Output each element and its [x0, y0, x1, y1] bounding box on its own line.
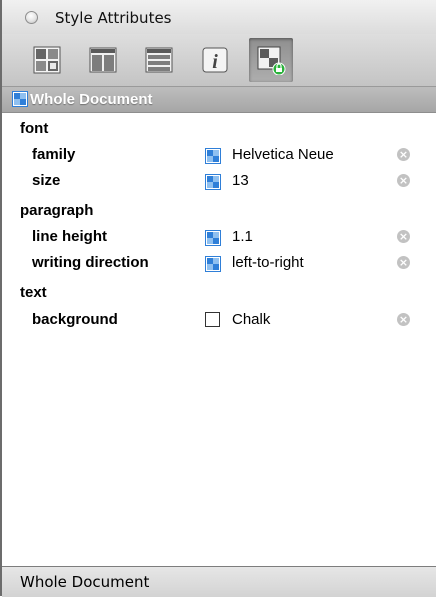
- style-swatch-icon: [205, 230, 221, 246]
- attribute-name: background: [32, 311, 118, 328]
- selection-header[interactable]: Whole Document: [2, 87, 436, 113]
- attribute-value: Helvetica Neue: [232, 146, 334, 163]
- attribute-value: Chalk: [232, 311, 271, 328]
- attribute-row-background[interactable]: background Chalk ×: [2, 309, 436, 333]
- remove-attribute-icon[interactable]: ×: [397, 256, 410, 269]
- attribute-name: line height: [32, 228, 107, 245]
- attribute-name: writing direction: [32, 254, 149, 271]
- attribute-row-writing-direction[interactable]: writing direction left-to-right ×: [2, 252, 436, 276]
- close-button[interactable]: [25, 11, 38, 24]
- remove-attribute-icon[interactable]: ×: [397, 230, 410, 243]
- style-layout-icon: [33, 46, 61, 74]
- tool-locked-style[interactable]: [249, 38, 293, 82]
- attribute-name: size: [32, 172, 61, 189]
- attribute-value: left-to-right: [232, 254, 304, 271]
- style-swatch-icon: [205, 256, 221, 272]
- info-icon: i: [202, 47, 228, 73]
- remove-attribute-icon[interactable]: ×: [397, 148, 410, 161]
- rows-icon: [145, 47, 173, 73]
- locked-style-icon: [257, 46, 286, 75]
- attribute-name: family: [32, 146, 76, 163]
- style-swatch-icon: [12, 91, 28, 107]
- tool-rows[interactable]: [137, 38, 181, 82]
- group-paragraph: paragraph: [20, 202, 94, 219]
- style-swatch-icon: [205, 174, 221, 190]
- status-label: Whole Document: [20, 573, 150, 591]
- attribute-row-size[interactable]: size 13 ×: [2, 170, 436, 194]
- group-font: font: [20, 120, 49, 137]
- style-swatch-icon: [205, 148, 221, 164]
- tool-columns[interactable]: [81, 38, 125, 82]
- color-swatch[interactable]: [205, 312, 220, 327]
- toolbar: i: [2, 34, 436, 87]
- style-attributes-panel: Style Attributes i Whole Document font f…: [0, 0, 436, 597]
- remove-attribute-icon[interactable]: ×: [397, 313, 410, 326]
- attribute-row-line-height[interactable]: line height 1.1 ×: [2, 226, 436, 250]
- svg-text:i: i: [212, 51, 218, 73]
- status-bar: Whole Document: [2, 566, 436, 597]
- remove-attribute-icon[interactable]: ×: [397, 174, 410, 187]
- title-bar: Style Attributes: [2, 0, 436, 34]
- header-label: Whole Document: [30, 91, 153, 108]
- attribute-value: 13: [232, 172, 249, 189]
- columns-icon: [89, 47, 117, 73]
- window-title: Style Attributes: [55, 9, 172, 27]
- tool-style-layout[interactable]: [25, 38, 69, 82]
- tool-info[interactable]: i: [193, 38, 237, 82]
- attribute-value: 1.1: [232, 228, 253, 245]
- attribute-row-family[interactable]: family Helvetica Neue ×: [2, 144, 436, 168]
- group-text: text: [20, 284, 47, 301]
